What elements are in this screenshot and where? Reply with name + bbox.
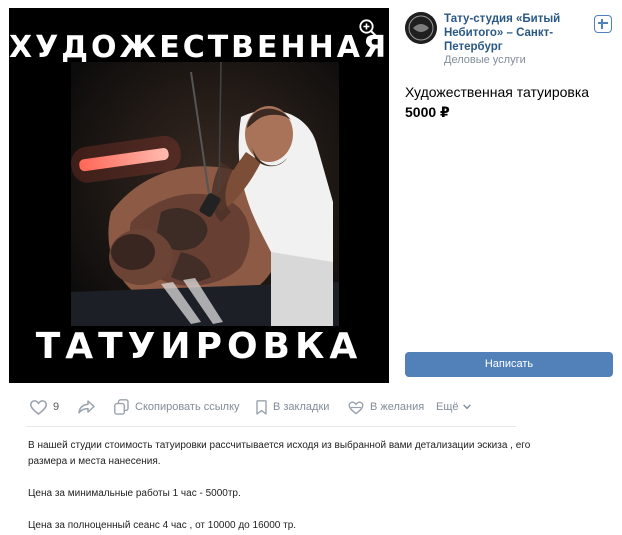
description-paragraph: В нашей студии стоимость татуировки расс…	[28, 440, 531, 467]
divider	[26, 426, 516, 427]
description-paragraph: Цена за полноценный сеанс 4 час , от 100…	[28, 520, 297, 531]
image-title-bottom: ТАТУИРОВКА	[35, 326, 363, 367]
chevron-down-icon	[462, 404, 471, 410]
tattoo-photo	[71, 62, 339, 326]
wishlist-label: В желания	[370, 401, 425, 413]
product-image[interactable]: ХУДОЖЕСТВЕННАЯ ТАТУИРОВКА	[9, 8, 389, 383]
product-description: В нашей студии стоимость татуировки расс…	[28, 438, 548, 535]
wishlist-button[interactable]: В желания	[348, 396, 424, 418]
share-button[interactable]	[78, 396, 95, 418]
more-menu-button[interactable]: Ещё	[436, 396, 471, 418]
copy-icon	[114, 399, 129, 415]
write-button[interactable]: Написать	[405, 352, 613, 377]
shop-category: Деловые услуги	[444, 54, 526, 66]
shop-avatar[interactable]	[405, 12, 437, 44]
bookmark-button[interactable]: В закладки	[256, 396, 329, 418]
actions-bar: 9 Скопировать ссылку В закладки В желани…	[0, 396, 622, 418]
share-arrow-icon	[78, 400, 95, 414]
more-label: Ещё	[436, 401, 459, 413]
product-sidebar: Тату-студия «Битый Небитого» – Санкт-Пет…	[395, 8, 620, 383]
copy-link-button[interactable]: Скопировать ссылку	[114, 396, 240, 418]
product-card: ХУДОЖЕСТВЕННАЯ ТАТУИРОВКА Тату-студия «Б…	[0, 0, 622, 535]
shop-name-link[interactable]: Тату-студия «Битый Небитого» – Санкт-Пет…	[444, 12, 589, 54]
like-count: 9	[53, 401, 60, 413]
like-button[interactable]: 9	[30, 396, 59, 418]
zoom-in-icon[interactable]	[357, 17, 379, 39]
product-title: Художественная татуировка	[405, 84, 590, 100]
plus-square-icon[interactable]	[594, 15, 612, 33]
image-title-top: ХУДОЖЕСТВЕННАЯ	[9, 30, 389, 65]
copy-link-label: Скопировать ссылку	[135, 401, 240, 413]
bookmark-label: В закладки	[273, 401, 330, 413]
heart-icon	[30, 399, 47, 415]
bookmark-icon	[256, 399, 267, 415]
gift-heart-icon	[348, 400, 364, 415]
product-price: 5000 ₽	[405, 104, 450, 120]
description-paragraph: Цена за минимальные работы 1 час - 5000т…	[28, 488, 241, 499]
